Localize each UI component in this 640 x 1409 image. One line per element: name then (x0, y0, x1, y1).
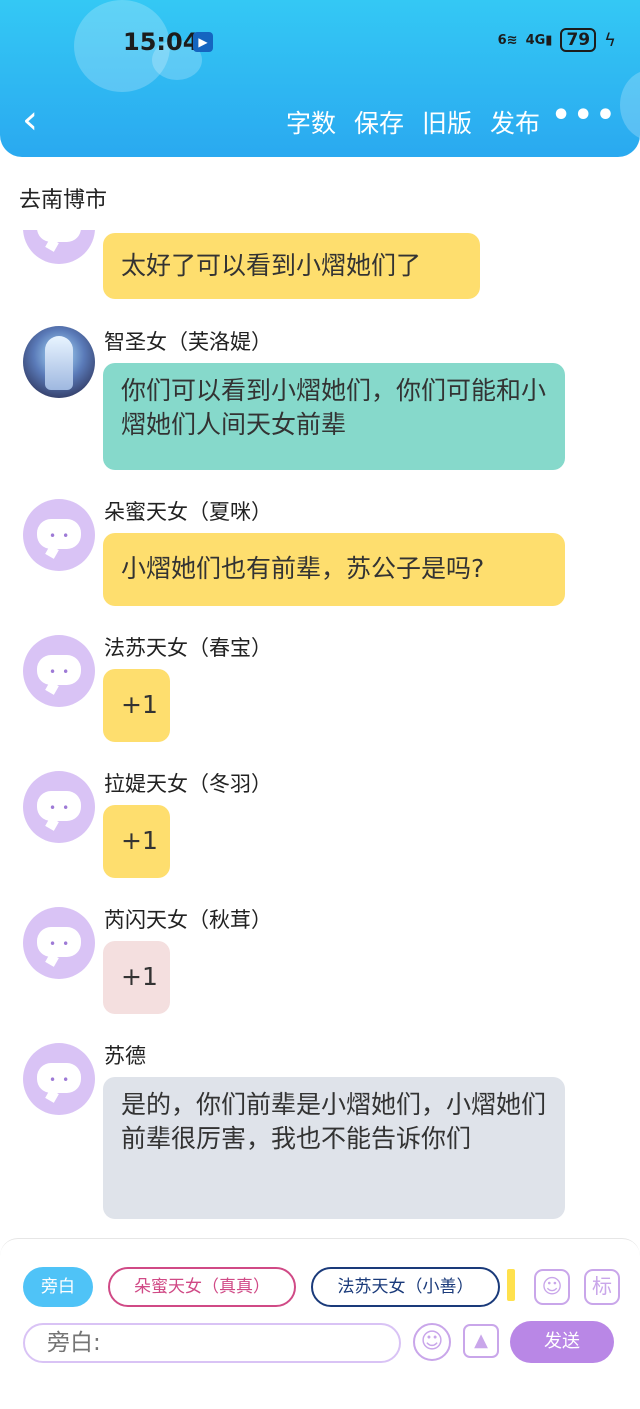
message-bubble[interactable]: 是的，你们前辈是小熠她们，小熠她们前辈很厉害，我也不能告诉你们 (103, 1077, 565, 1219)
message-bubble[interactable]: 你们可以看到小熠她们，你们可能和小熠她们人间天女前辈 (103, 363, 565, 470)
scene-title: 去南博市 (19, 188, 108, 213)
word-count-button[interactable]: 字数 (286, 104, 336, 140)
wifi-icon: 6≋ (497, 32, 518, 48)
message-bubble[interactable]: +1 (103, 941, 170, 1014)
tag-button[interactable]: 标 (584, 1269, 620, 1305)
sender-name: 芮闪天女（秋茸） (104, 908, 272, 932)
status-icons: 6≋ 4G▮ 79 ϟ (498, 28, 616, 52)
more-roles-indicator[interactable] (507, 1269, 515, 1301)
save-button[interactable]: 保存 (354, 104, 404, 140)
add-character-icon[interactable]: ☺ (534, 1269, 570, 1305)
publish-button[interactable]: 发布 (490, 104, 540, 140)
chat-list[interactable]: •• 太好了可以看到小熠她们了 智圣女（芙洛媞） 你们可以看到小熠她们，你们可能… (0, 230, 640, 1235)
role-chip-duomi[interactable]: 朵蜜天女（真真） (108, 1267, 296, 1307)
nav-actions: 字数 保存 旧版 发布 (286, 104, 540, 140)
image-icon[interactable]: ▲ (463, 1324, 499, 1358)
role-chip-fasu[interactable]: 法苏天女（小善） (311, 1267, 500, 1307)
avatar[interactable]: •• (23, 1043, 95, 1115)
sender-name: 法苏天女（春宝） (104, 636, 272, 660)
status-bar: 15:04 ▶ 6≋ 4G▮ 79 ϟ (0, 22, 640, 62)
role-chip-narrator[interactable]: 旁白 (23, 1267, 93, 1307)
charging-icon: ϟ (604, 29, 616, 51)
battery-icon: 79 (560, 28, 597, 52)
send-button[interactable]: 发送 (510, 1321, 614, 1363)
avatar[interactable]: •• (23, 771, 95, 843)
story-chat-editor: 15:04 ▶ 6≋ 4G▮ 79 ϟ ‹ 字数 保存 旧版 发布 ••• 去南… (0, 0, 640, 1409)
avatar[interactable] (23, 326, 95, 398)
notification-icon: ▶ (193, 32, 213, 52)
compose-bar: 旁白 朵蜜天女（真真） 法苏天女（小善） ☺ 标 ☺ ▲ 发送 (0, 1238, 640, 1409)
more-icon[interactable]: ••• (551, 98, 618, 133)
message-bubble[interactable]: +1 (103, 805, 170, 878)
nav-bar: ‹ 字数 保存 旧版 发布 ••• (0, 96, 640, 152)
avatar[interactable]: •• (23, 499, 95, 571)
sender-name: 朵蜜天女（夏咪） (104, 500, 272, 524)
avatar[interactable]: •• (23, 230, 95, 264)
avatar[interactable]: •• (23, 907, 95, 979)
emoji-icon[interactable]: ☺ (413, 1323, 451, 1361)
message-input[interactable] (23, 1323, 401, 1363)
sender-name: 苏德 (104, 1044, 146, 1068)
app-header: 15:04 ▶ 6≋ 4G▮ 79 ϟ ‹ 字数 保存 旧版 发布 ••• (0, 0, 640, 157)
signal-icon: 4G▮ (525, 32, 553, 48)
sender-name: 智圣女（芙洛媞） (104, 330, 272, 354)
clock: 15:04 (123, 28, 200, 56)
message-bubble[interactable]: 小熠她们也有前辈，苏公子是吗? (103, 533, 565, 606)
back-icon[interactable]: ‹ (22, 100, 52, 140)
avatar[interactable]: •• (23, 635, 95, 707)
message-bubble[interactable]: +1 (103, 669, 170, 742)
sender-name: 拉媞天女（冬羽） (104, 772, 272, 796)
old-version-button[interactable]: 旧版 (422, 104, 472, 140)
message-bubble[interactable]: 太好了可以看到小熠她们了 (103, 233, 480, 299)
